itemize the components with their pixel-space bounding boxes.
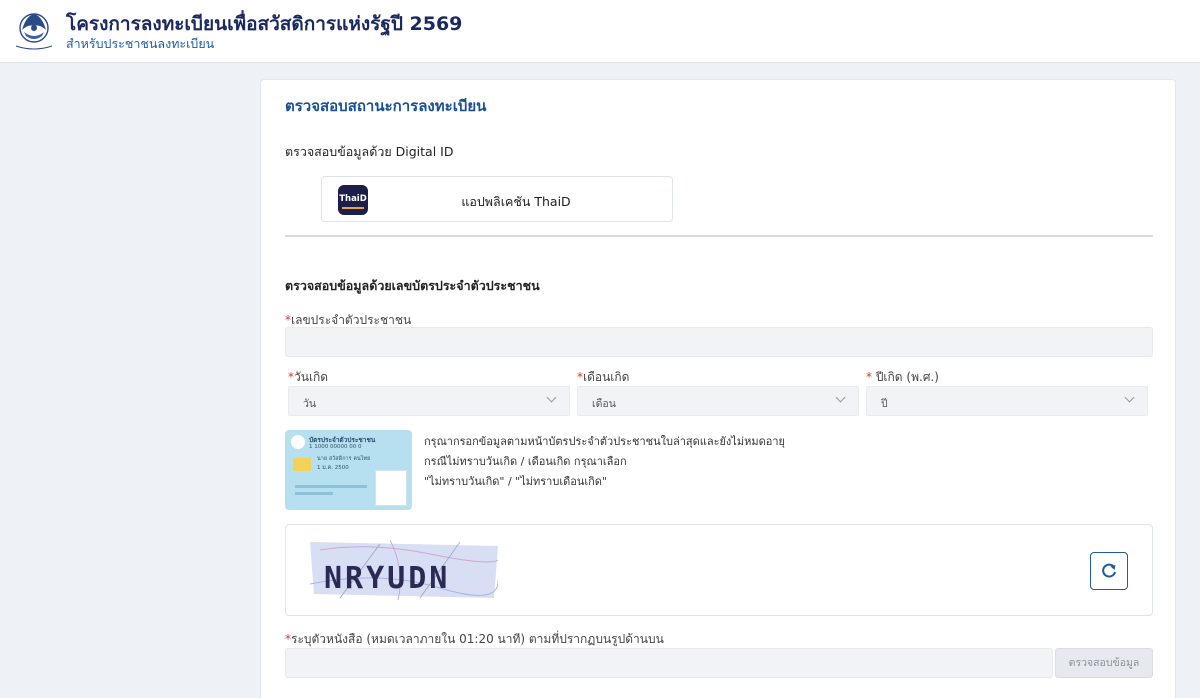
chevron-down-icon [835,392,846,403]
birth-month-label: *เดือนเกิด [577,370,630,384]
digital-id-label: ตรวจสอบข้อมูลด้วย Digital ID [285,144,454,159]
captcha-image: NRYUDN [310,540,498,600]
instruction-line-1: กรุณากรอกข้อมูลตามหน้าบัตรประจำตัวประชาช… [424,435,785,448]
captcha-refresh-button[interactable] [1090,552,1128,590]
birth-day-value: วัน [303,398,317,410]
chevron-down-icon [1124,392,1135,403]
thaid-button-label: แอปพลิเคชัน ThaiD [461,194,571,209]
site-subtitle: สำหรับประชาชนลงทะเบียน [66,36,215,51]
page-title: ตรวจสอบสถานะการลงทะเบียน [285,97,487,115]
birth-month-select[interactable]: เดือน [577,386,859,416]
birth-year-value: ปี [881,398,888,410]
captcha-text: NRYUDN [324,561,450,596]
instruction-line-3: "ไม่ทราบวันเกิด" / "ไม่ทราบเดือนเกิด" [424,475,607,488]
thaid-button[interactable]: ThaiD แอปพลิเคชัน ThaiD [321,176,673,222]
refresh-icon [1102,563,1116,578]
birth-month-value: เดือน [592,398,616,410]
top-header: โครงการลงทะเบียนเพื่อสวัสดิการแห่งรัฐปี … [0,0,1200,63]
chip-icon [293,458,311,471]
birth-year-label: * ปีเกิด (พ.ศ.) [866,370,939,384]
birth-day-select[interactable]: วัน [288,386,570,416]
chevron-down-icon [546,392,557,403]
check-data-button[interactable]: ตรวจสอบข้อมูล [1055,648,1153,678]
birth-day-label: *วันเกิด [288,370,329,384]
ministry-logo [15,13,53,50]
section-divider [285,235,1153,237]
captcha-input-label: *ระบุตัวหนังสือ (หมดเวลาภายใน 01:20 นาที… [285,632,664,646]
id-number-input[interactable] [285,327,1153,357]
photo-placeholder [375,470,407,506]
captcha-input[interactable] [285,648,1053,678]
sample-id-card-image: บัตรประจำตัวประชาชน 1 1000 00000 00 0 นา… [285,430,412,510]
id-section-label: ตรวจสอบข้อมูลด้วยเลขบัตรประจำตัวประชาชน [285,278,540,293]
status-check-card: ตรวจสอบสถานะการลงทะเบียน ตรวจสอบข้อมูลด้… [260,79,1176,698]
captcha-panel: NRYUDN [285,524,1153,616]
birth-year-select[interactable]: ปี [866,386,1148,416]
instruction-line-2: กรณีไม่ทราบวันเกิด / เดือนเกิด กรุณาเลือ… [424,455,627,468]
